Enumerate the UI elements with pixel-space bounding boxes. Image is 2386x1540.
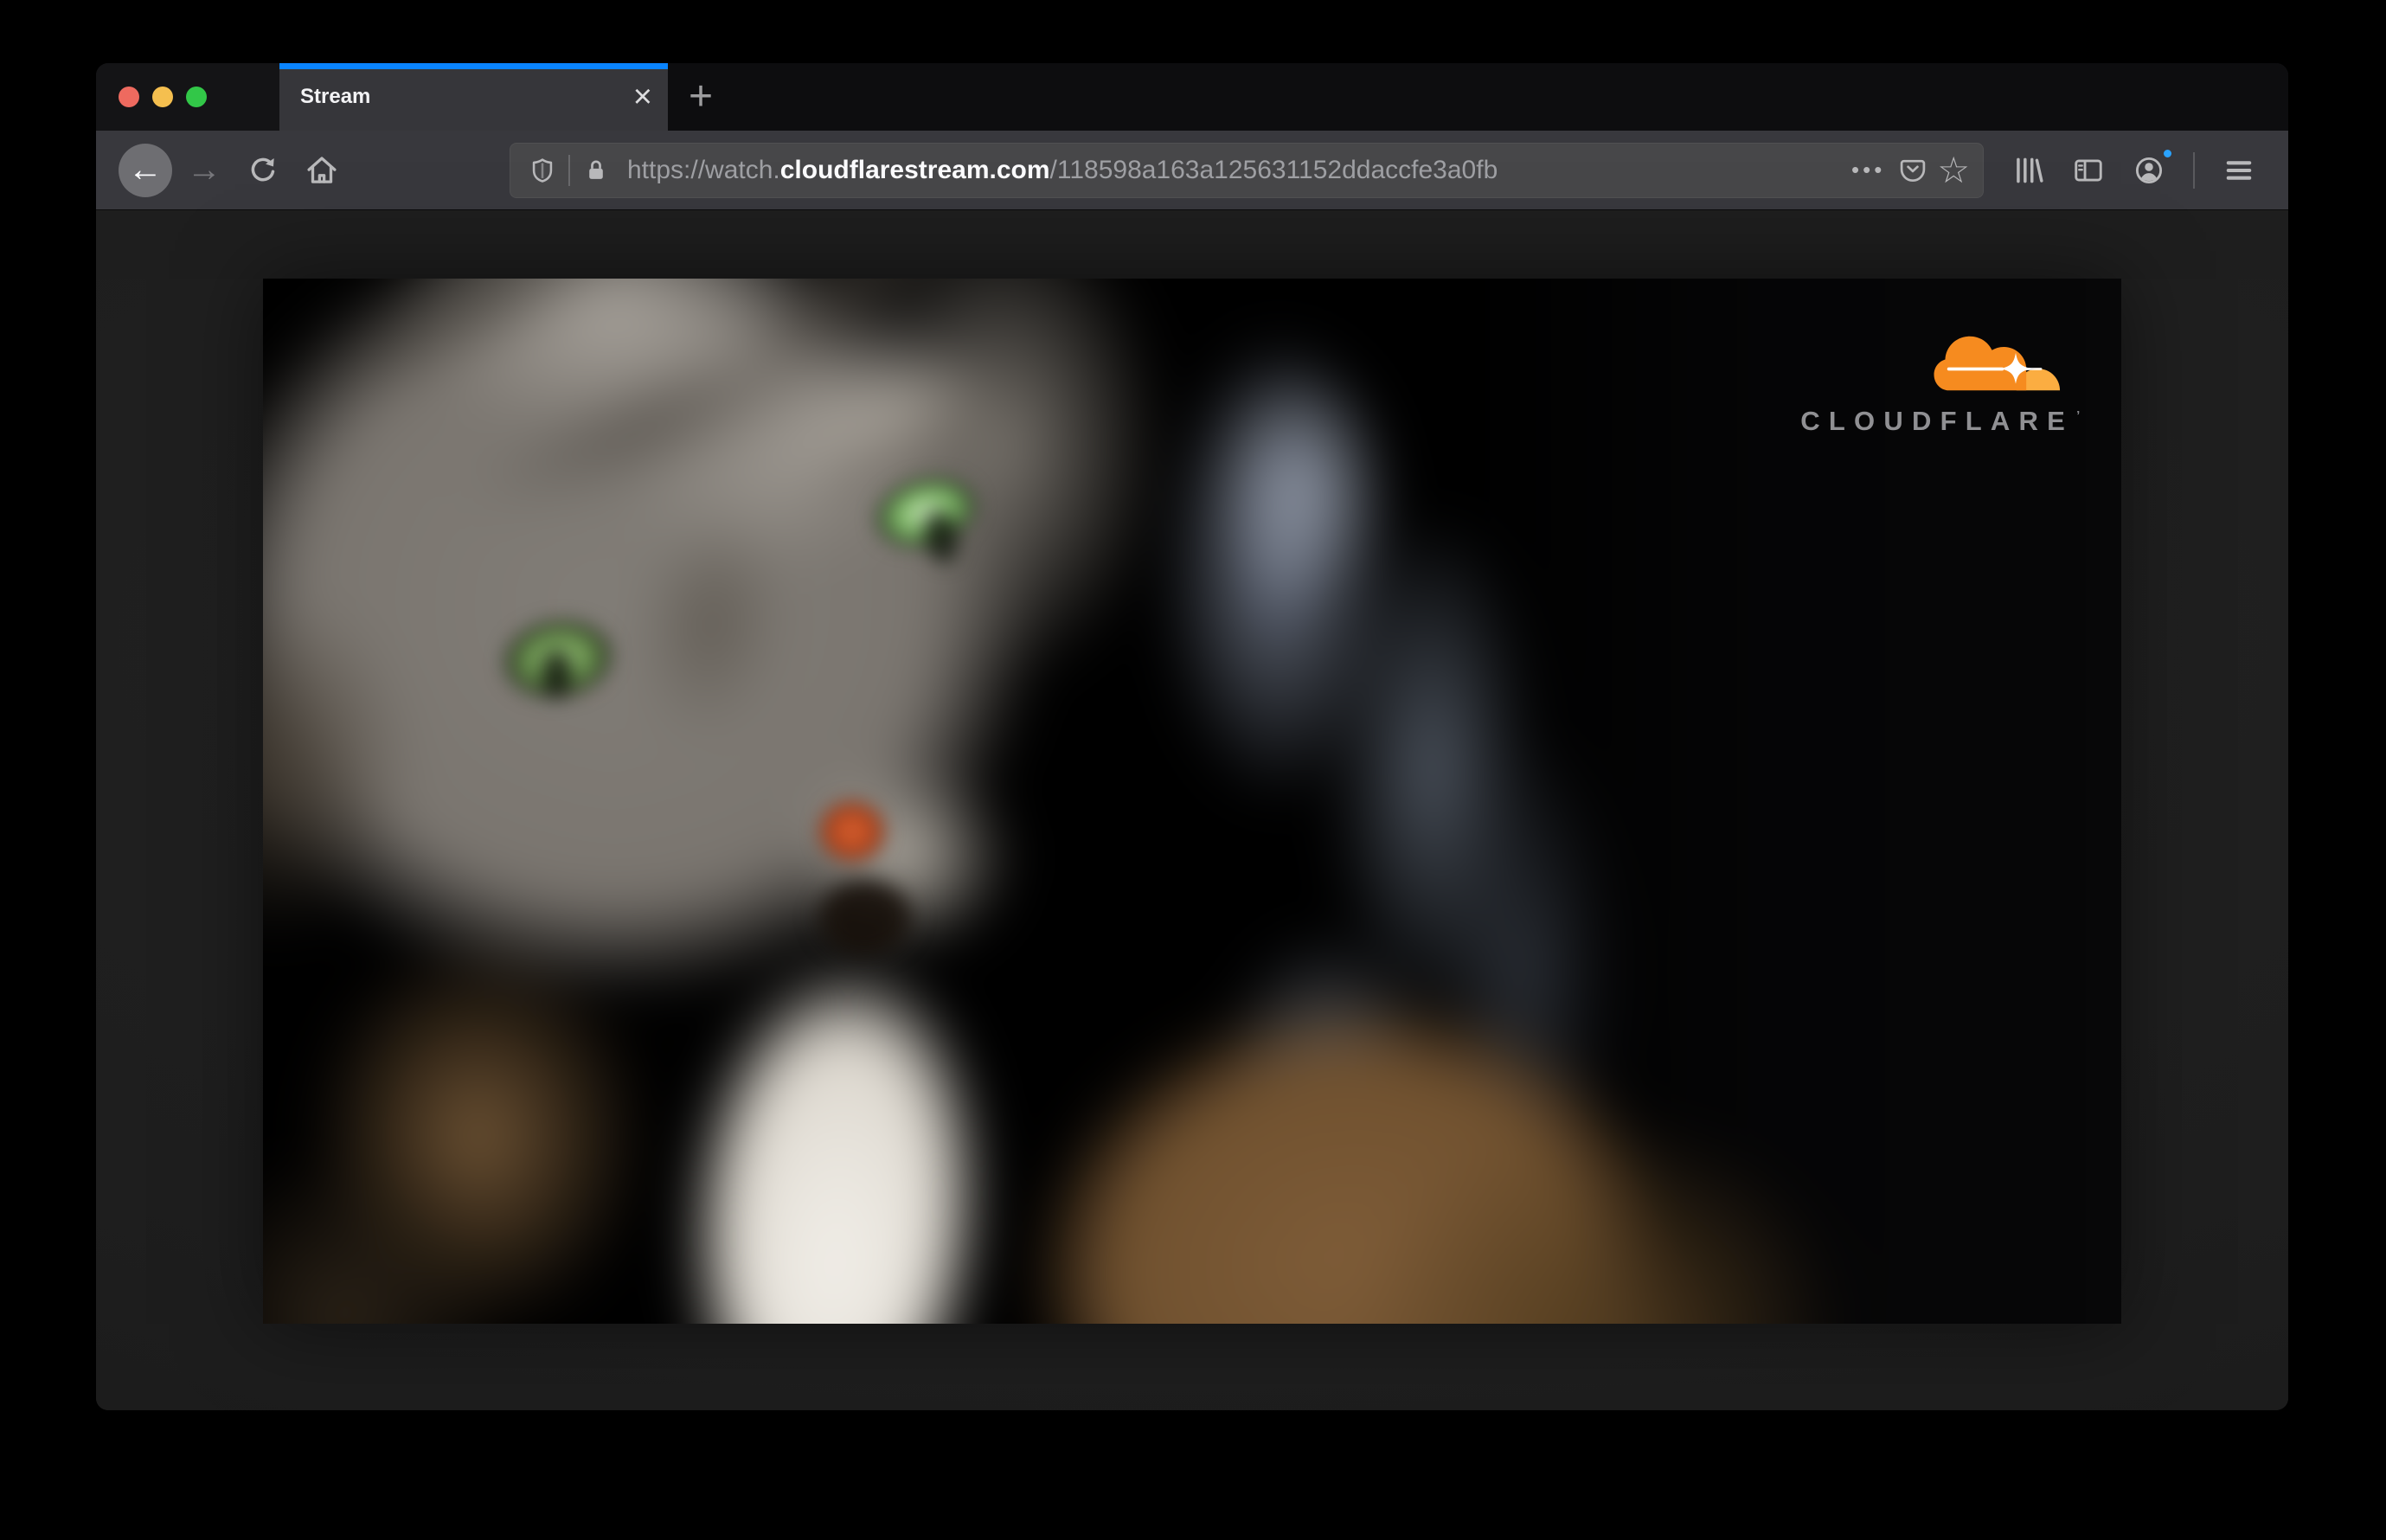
toolbar-right-icons <box>2001 144 2266 197</box>
url-input[interactable]: https://watch.cloudflarestream.com/11859… <box>627 156 1843 185</box>
url-path: /118598a163a125631152ddaccfe3a0fb <box>1049 155 1498 184</box>
library-button[interactable] <box>2001 144 2055 197</box>
window-controls <box>96 63 279 131</box>
close-window-button[interactable] <box>119 87 139 107</box>
forward-icon: → <box>187 151 221 189</box>
hamburger-menu-icon <box>2222 154 2255 187</box>
sidebar-toggle-button[interactable] <box>2062 144 2115 197</box>
lock-icon[interactable] <box>577 151 615 189</box>
toolbar-divider <box>2193 151 2195 189</box>
new-tab-button[interactable]: + <box>689 76 713 118</box>
library-icon <box>2011 154 2044 187</box>
video-player[interactable]: CLOUDFLARE’ <box>263 279 2121 1324</box>
cloudflare-wordmark: CLOUDFLARE’ <box>1800 405 2081 436</box>
pocket-icon[interactable] <box>1894 151 1932 189</box>
tab-stream[interactable]: Stream × <box>279 63 668 131</box>
forward-button[interactable]: → <box>177 144 231 197</box>
tab-close-icon[interactable]: × <box>633 80 652 113</box>
url-scheme-subdomain: https://watch. <box>627 155 780 184</box>
url-host: cloudflarestream.com <box>779 155 1050 184</box>
tracking-protection-shield-icon[interactable] <box>523 151 561 189</box>
desktop-background: Stream × + ← → https://watch.cloudflares… <box>0 0 2386 1540</box>
cat-mouth-shadow <box>794 859 936 975</box>
menu-button[interactable] <box>2212 144 2266 197</box>
tab-bar: Stream × + <box>96 63 2288 131</box>
page-content: CLOUDFLARE’ <box>96 279 2288 1410</box>
bookmark-star-icon[interactable]: ☆ <box>1937 151 1970 189</box>
minimize-window-button[interactable] <box>152 87 173 107</box>
cloudflare-watermark: CLOUDFLARE’ <box>1800 327 2080 437</box>
back-button[interactable]: ← <box>119 143 172 197</box>
account-button[interactable] <box>2122 144 2176 197</box>
home-icon <box>304 152 340 189</box>
page-actions-icon[interactable]: ••• <box>1851 157 1885 183</box>
active-tab-indicator <box>279 63 668 69</box>
sidebar-icon <box>2072 154 2105 187</box>
navigation-toolbar: ← → https://watch.cloudflarestream.com/1… <box>96 131 2288 210</box>
browser-window: Stream × + ← → https://watch.cloudflares… <box>96 63 2288 1410</box>
account-notification-badge <box>2161 146 2174 160</box>
trademark-tick: ’ <box>2076 408 2081 424</box>
reload-button[interactable] <box>236 144 290 197</box>
reload-icon <box>246 153 280 188</box>
url-bar-divider <box>568 154 570 186</box>
fullscreen-window-button[interactable] <box>186 87 207 107</box>
cat-nose <box>809 792 895 870</box>
cloudflare-cloud-icon <box>1933 327 2071 399</box>
back-icon: ← <box>128 151 163 189</box>
home-button[interactable] <box>295 144 349 197</box>
tab-strip-empty-area: + <box>668 63 2288 131</box>
cat-left-pupil <box>534 638 580 709</box>
tab-title: Stream <box>300 85 371 108</box>
account-icon <box>2133 154 2165 187</box>
url-bar[interactable]: https://watch.cloudflarestream.com/11859… <box>510 142 1984 198</box>
